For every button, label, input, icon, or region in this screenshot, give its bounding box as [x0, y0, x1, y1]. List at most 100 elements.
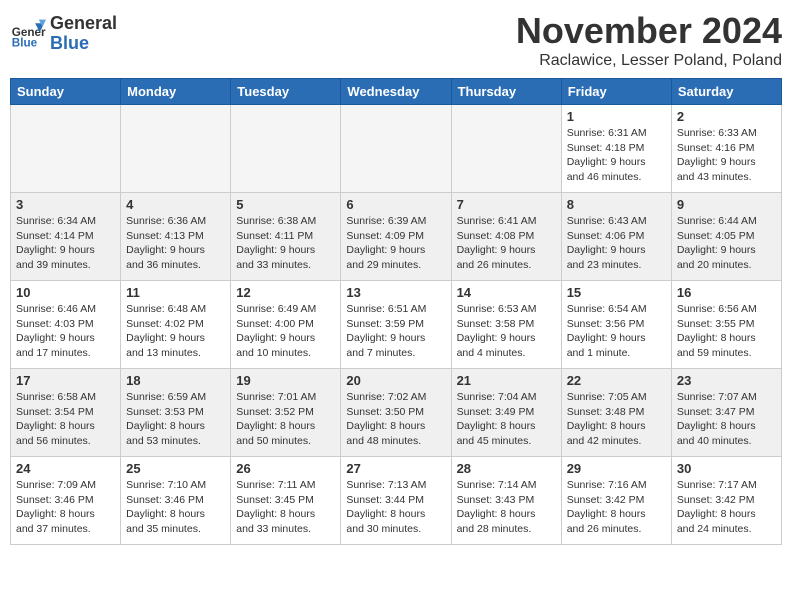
calendar-cell — [11, 105, 121, 193]
day-number: 13 — [346, 285, 445, 300]
day-number: 25 — [126, 461, 225, 476]
day-info: Sunrise: 6:56 AM Sunset: 3:55 PM Dayligh… — [677, 302, 776, 361]
day-number: 7 — [457, 197, 556, 212]
day-info: Sunrise: 6:41 AM Sunset: 4:08 PM Dayligh… — [457, 214, 556, 273]
calendar-cell — [341, 105, 451, 193]
day-number: 2 — [677, 109, 776, 124]
calendar-cell: 30Sunrise: 7:17 AM Sunset: 3:42 PM Dayli… — [671, 457, 781, 545]
day-number: 3 — [16, 197, 115, 212]
calendar-cell: 17Sunrise: 6:58 AM Sunset: 3:54 PM Dayli… — [11, 369, 121, 457]
day-info: Sunrise: 7:09 AM Sunset: 3:46 PM Dayligh… — [16, 478, 115, 537]
day-info: Sunrise: 7:01 AM Sunset: 3:52 PM Dayligh… — [236, 390, 335, 449]
calendar-cell — [121, 105, 231, 193]
calendar-cell: 28 Sunrise: 7:14 AM Sunset: 3:43 PM Dayli… — [451, 457, 561, 545]
logo-line1: General — [50, 14, 117, 34]
day-number: 26 — [236, 461, 335, 476]
day-info: Sunrise: 6:48 AM Sunset: 4:02 PM Dayligh… — [126, 302, 225, 361]
calendar-cell: 24 Sunrise: 7:09 AM Sunset: 3:46 PM Dayli… — [11, 457, 121, 545]
day-info: Sunrise: 6:46 AM Sunset: 4:03 PM Dayligh… — [16, 302, 115, 361]
day-info: Sunrise: 6:59 AM Sunset: 3:53 PM Dayligh… — [126, 390, 225, 449]
day-number: 21 — [457, 373, 556, 388]
calendar-cell: 1 Sunrise: 6:31 AM Sunset: 4:18 PM Daylig… — [561, 105, 671, 193]
calendar-cell — [231, 105, 341, 193]
day-info: Sunrise: 6:31 AM Sunset: 4:18 PM Dayligh… — [567, 126, 666, 185]
calendar-cell: 23 Sunrise: 7:07 AM Sunset: 3:47 PM Dayli… — [671, 369, 781, 457]
day-info: Sunrise: 6:34 AM Sunset: 4:14 PM Dayligh… — [16, 214, 115, 273]
day-number: 11 — [126, 285, 225, 300]
day-number: 1 — [567, 109, 666, 124]
day-number: 23 — [677, 373, 776, 388]
week-row-5: 24 Sunrise: 7:09 AM Sunset: 3:46 PM Dayli… — [11, 457, 782, 545]
calendar-cell: 10 Sunrise: 6:46 AM Sunset: 4:03 PM Dayli… — [11, 281, 121, 369]
logo: General Blue General Blue — [10, 14, 117, 54]
weekday-header-thursday: Thursday — [451, 79, 561, 105]
svg-text:Blue: Blue — [12, 36, 38, 49]
day-info: Sunrise: 7:04 AM Sunset: 3:49 PM Dayligh… — [457, 390, 556, 449]
day-number: 18 — [126, 373, 225, 388]
calendar-cell: 8Sunrise: 6:43 AM Sunset: 4:06 PM Daylig… — [561, 193, 671, 281]
calendar-cell: 11 Sunrise: 6:48 AM Sunset: 4:02 PM Dayli… — [121, 281, 231, 369]
day-number: 27 — [346, 461, 445, 476]
calendar-cell: 9Sunrise: 6:44 AM Sunset: 4:05 PM Daylig… — [671, 193, 781, 281]
day-number: 5 — [236, 197, 335, 212]
logo-text: General Blue — [50, 14, 117, 54]
calendar-table: SundayMondayTuesdayWednesdayThursdayFrid… — [10, 78, 782, 545]
logo-icon: General Blue — [10, 16, 46, 52]
weekday-header-tuesday: Tuesday — [231, 79, 341, 105]
month-title: November 2024 — [516, 10, 782, 52]
calendar-cell: 3 Sunrise: 6:34 AM Sunset: 4:14 PM Daylig… — [11, 193, 121, 281]
day-number: 4 — [126, 197, 225, 212]
day-number: 24 — [16, 461, 115, 476]
week-row-3: 10 Sunrise: 6:46 AM Sunset: 4:03 PM Dayli… — [11, 281, 782, 369]
day-info: Sunrise: 6:58 AM Sunset: 3:54 PM Dayligh… — [16, 390, 115, 449]
logo-line2: Blue — [50, 34, 117, 54]
day-info: Sunrise: 6:49 AM Sunset: 4:00 PM Dayligh… — [236, 302, 335, 361]
day-number: 8 — [567, 197, 666, 212]
day-info: Sunrise: 6:39 AM Sunset: 4:09 PM Dayligh… — [346, 214, 445, 273]
title-area: November 2024 Raclawice, Lesser Poland, … — [516, 10, 782, 70]
location-subtitle: Raclawice, Lesser Poland, Poland — [516, 52, 782, 70]
day-info: Sunrise: 7:13 AM Sunset: 3:44 PM Dayligh… — [346, 478, 445, 537]
day-info: Sunrise: 7:02 AM Sunset: 3:50 PM Dayligh… — [346, 390, 445, 449]
day-number: 10 — [16, 285, 115, 300]
calendar-cell: 27 Sunrise: 7:13 AM Sunset: 3:44 PM Dayli… — [341, 457, 451, 545]
day-info: Sunrise: 6:33 AM Sunset: 4:16 PM Dayligh… — [677, 126, 776, 185]
weekday-header-saturday: Saturday — [671, 79, 781, 105]
day-info: Sunrise: 7:05 AM Sunset: 3:48 PM Dayligh… — [567, 390, 666, 449]
day-number: 9 — [677, 197, 776, 212]
day-number: 16 — [677, 285, 776, 300]
page-header: General Blue General Blue November 2024 … — [10, 10, 782, 70]
day-number: 19 — [236, 373, 335, 388]
calendar-cell: 6 Sunrise: 6:39 AM Sunset: 4:09 PM Daylig… — [341, 193, 451, 281]
day-info: Sunrise: 6:51 AM Sunset: 3:59 PM Dayligh… — [346, 302, 445, 361]
day-info: Sunrise: 7:07 AM Sunset: 3:47 PM Dayligh… — [677, 390, 776, 449]
day-info: Sunrise: 7:16 AM Sunset: 3:42 PM Dayligh… — [567, 478, 666, 537]
calendar-cell: 25 Sunrise: 7:10 AM Sunset: 3:46 PM Dayli… — [121, 457, 231, 545]
day-number: 30 — [677, 461, 776, 476]
calendar-cell: 5Sunrise: 6:38 AM Sunset: 4:11 PM Daylig… — [231, 193, 341, 281]
weekday-header-wednesday: Wednesday — [341, 79, 451, 105]
calendar-cell: 15Sunrise: 6:54 AM Sunset: 3:56 PM Dayli… — [561, 281, 671, 369]
calendar-cell: 29Sunrise: 7:16 AM Sunset: 3:42 PM Dayli… — [561, 457, 671, 545]
weekday-header-friday: Friday — [561, 79, 671, 105]
calendar-cell: 26 Sunrise: 7:11 AM Sunset: 3:45 PM Dayli… — [231, 457, 341, 545]
day-info: Sunrise: 7:14 AM Sunset: 3:43 PM Dayligh… — [457, 478, 556, 537]
calendar-cell: 4 Sunrise: 6:36 AM Sunset: 4:13 PM Daylig… — [121, 193, 231, 281]
day-info: Sunrise: 7:10 AM Sunset: 3:46 PM Dayligh… — [126, 478, 225, 537]
day-info: Sunrise: 6:53 AM Sunset: 3:58 PM Dayligh… — [457, 302, 556, 361]
day-info: Sunrise: 6:36 AM Sunset: 4:13 PM Dayligh… — [126, 214, 225, 273]
calendar-cell: 7 Sunrise: 6:41 AM Sunset: 4:08 PM Daylig… — [451, 193, 561, 281]
day-number: 28 — [457, 461, 556, 476]
calendar-cell: 20 Sunrise: 7:02 AM Sunset: 3:50 PM Dayli… — [341, 369, 451, 457]
day-number: 6 — [346, 197, 445, 212]
day-number: 20 — [346, 373, 445, 388]
day-info: Sunrise: 6:54 AM Sunset: 3:56 PM Dayligh… — [567, 302, 666, 361]
calendar-cell: 16 Sunrise: 6:56 AM Sunset: 3:55 PM Dayli… — [671, 281, 781, 369]
day-number: 14 — [457, 285, 556, 300]
week-row-1: 1 Sunrise: 6:31 AM Sunset: 4:18 PM Daylig… — [11, 105, 782, 193]
week-row-2: 3 Sunrise: 6:34 AM Sunset: 4:14 PM Daylig… — [11, 193, 782, 281]
day-number: 12 — [236, 285, 335, 300]
calendar-cell: 21 Sunrise: 7:04 AM Sunset: 3:49 PM Dayli… — [451, 369, 561, 457]
day-info: Sunrise: 7:11 AM Sunset: 3:45 PM Dayligh… — [236, 478, 335, 537]
weekday-header-sunday: Sunday — [11, 79, 121, 105]
